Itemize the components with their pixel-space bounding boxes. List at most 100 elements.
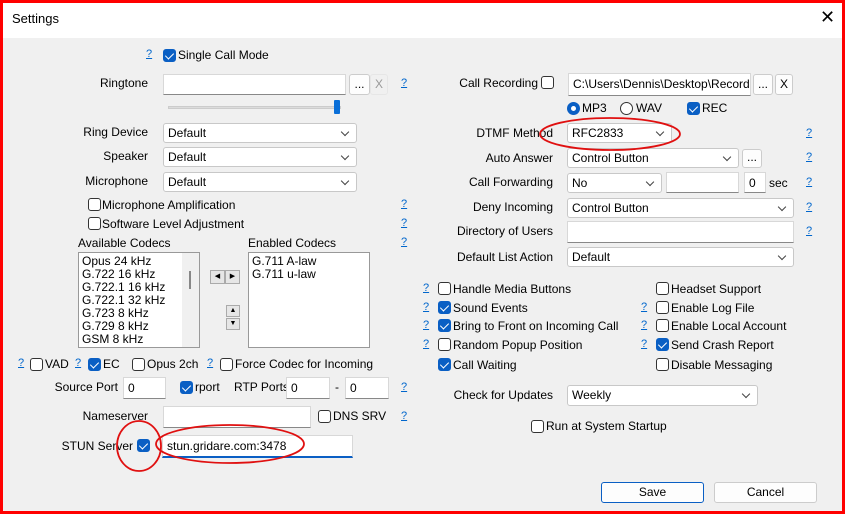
help-link[interactable]: ?: [401, 236, 407, 248]
call-forwarding-select[interactable]: No: [567, 173, 662, 193]
source-port-input[interactable]: 0: [123, 377, 166, 399]
ringtone-browse-button[interactable]: ...: [349, 74, 370, 95]
option-checkbox[interactable]: [438, 319, 451, 332]
ring-device-select[interactable]: Default: [163, 123, 357, 143]
option-checkbox[interactable]: [656, 319, 669, 332]
nameserver-label: Nameserver: [82, 409, 148, 423]
cancel-button[interactable]: Cancel: [714, 482, 817, 503]
sec-label: sec: [769, 176, 788, 190]
dns-srv-checkbox[interactable]: [318, 410, 331, 423]
help-link[interactable]: ?: [401, 410, 407, 422]
option-checkbox[interactable]: [438, 301, 451, 314]
help-link[interactable]: ?: [18, 357, 24, 369]
enabled-codecs-list[interactable]: G.711 A-law G.711 u-law: [248, 252, 370, 348]
option-checkbox[interactable]: [438, 338, 451, 351]
single-call-mode-label: Single Call Mode: [178, 48, 269, 62]
close-icon[interactable]: ✕: [820, 7, 835, 28]
deny-incoming-select[interactable]: Control Button: [567, 198, 794, 218]
recording-clear-button[interactable]: X: [775, 74, 793, 95]
software-level-checkbox[interactable]: [88, 217, 101, 230]
option-checkbox[interactable]: [656, 338, 669, 351]
option-label: Handle Media Buttons: [453, 282, 572, 296]
help-link[interactable]: ?: [146, 48, 152, 60]
help-link[interactable]: ?: [401, 77, 407, 89]
ringtone-input[interactable]: [163, 74, 346, 95]
rec-checkbox[interactable]: [687, 102, 700, 115]
option-checkbox[interactable]: [656, 282, 669, 295]
move-down-button[interactable]: ▼: [226, 318, 240, 330]
directory-input[interactable]: [567, 221, 794, 243]
auto-answer-more-button[interactable]: ...: [742, 149, 762, 168]
volume-slider-track[interactable]: [168, 106, 341, 109]
force-codec-checkbox[interactable]: [220, 358, 233, 371]
opus-2ch-checkbox[interactable]: [132, 358, 145, 371]
forwarding-delay-input[interactable]: 0: [744, 172, 766, 193]
wav-radio[interactable]: [620, 102, 633, 115]
run-startup-checkbox[interactable]: [531, 420, 544, 433]
help-link[interactable]: ?: [641, 301, 647, 313]
dtmf-method-label: DTMF Method: [476, 126, 553, 140]
speaker-label: Speaker: [103, 149, 148, 163]
help-link[interactable]: ?: [641, 338, 647, 350]
call-recording-checkbox[interactable]: [541, 76, 554, 89]
mic-amplification-checkbox[interactable]: [88, 198, 101, 211]
help-link[interactable]: ?: [806, 201, 812, 213]
scrollbar-thumb[interactable]: [189, 271, 191, 289]
stun-server-checkbox[interactable]: [137, 439, 150, 452]
check-updates-label: Check for Updates: [453, 388, 553, 402]
microphone-select[interactable]: Default: [163, 172, 357, 192]
rtp-port-from-input[interactable]: 0: [286, 377, 330, 399]
move-left-button[interactable]: ◀: [210, 270, 225, 284]
save-button[interactable]: Save: [601, 482, 704, 503]
list-item[interactable]: G.711 u-law: [252, 268, 366, 281]
source-port-label: Source Port: [54, 380, 118, 394]
option-checkbox[interactable]: [438, 358, 451, 371]
single-call-mode-checkbox[interactable]: [163, 49, 176, 62]
mp3-radio[interactable]: [567, 102, 580, 115]
help-link[interactable]: ?: [401, 198, 407, 210]
available-codecs-list[interactable]: Opus 24 kHz G.722 16 kHz G.722.1 16 kHz …: [78, 252, 200, 348]
help-link[interactable]: ?: [401, 381, 407, 393]
ringtone-clear-button[interactable]: X: [370, 74, 388, 95]
help-link[interactable]: ?: [423, 338, 429, 350]
help-link[interactable]: ?: [806, 151, 812, 163]
help-link[interactable]: ?: [806, 176, 812, 188]
title-bar: Settings ✕: [0, 0, 845, 38]
option-checkbox[interactable]: [438, 282, 451, 295]
option-label: Call Waiting: [453, 358, 517, 372]
default-list-action-select[interactable]: Default: [567, 247, 794, 267]
option-label: Headset Support: [671, 282, 762, 296]
rport-checkbox[interactable]: [180, 381, 193, 394]
move-up-button[interactable]: ▲: [226, 305, 240, 317]
ec-checkbox[interactable]: [88, 358, 101, 371]
list-item[interactable]: GSM 8 kHz: [82, 333, 196, 346]
check-updates-select[interactable]: Weekly: [567, 385, 758, 406]
speaker-select[interactable]: Default: [163, 147, 357, 167]
recording-browse-button[interactable]: ...: [753, 74, 773, 95]
rtp-port-to-input[interactable]: 0: [345, 377, 389, 399]
recording-path-input[interactable]: C:\Users\Dennis\Desktop\Recordings: [568, 73, 751, 96]
nameserver-input[interactable]: [163, 406, 311, 428]
help-link[interactable]: ?: [806, 127, 812, 139]
move-right-button[interactable]: ▶: [225, 270, 240, 284]
auto-answer-select[interactable]: Control Button: [567, 148, 739, 168]
help-link[interactable]: ?: [806, 225, 812, 237]
help-link[interactable]: ?: [207, 357, 213, 369]
forwarding-target-input[interactable]: [666, 172, 739, 193]
help-link[interactable]: ?: [423, 319, 429, 331]
volume-slider-thumb[interactable]: [334, 100, 340, 114]
help-link[interactable]: ?: [423, 282, 429, 294]
vad-checkbox[interactable]: [30, 358, 43, 371]
stun-server-label: STUN Server: [61, 439, 133, 453]
call-forwarding-label: Call Forwarding: [468, 175, 553, 189]
option-checkbox[interactable]: [656, 358, 669, 371]
help-link[interactable]: ?: [75, 357, 81, 369]
help-link[interactable]: ?: [401, 217, 407, 229]
option-checkbox[interactable]: [656, 301, 669, 314]
help-link[interactable]: ?: [423, 301, 429, 313]
stun-server-input[interactable]: stun.gridare.com:3478: [162, 435, 353, 458]
help-link[interactable]: ?: [641, 319, 647, 331]
scrollbar[interactable]: [182, 253, 199, 347]
opus-2ch-label: Opus 2ch: [147, 357, 199, 371]
dtmf-method-select[interactable]: RFC2833: [567, 123, 672, 143]
